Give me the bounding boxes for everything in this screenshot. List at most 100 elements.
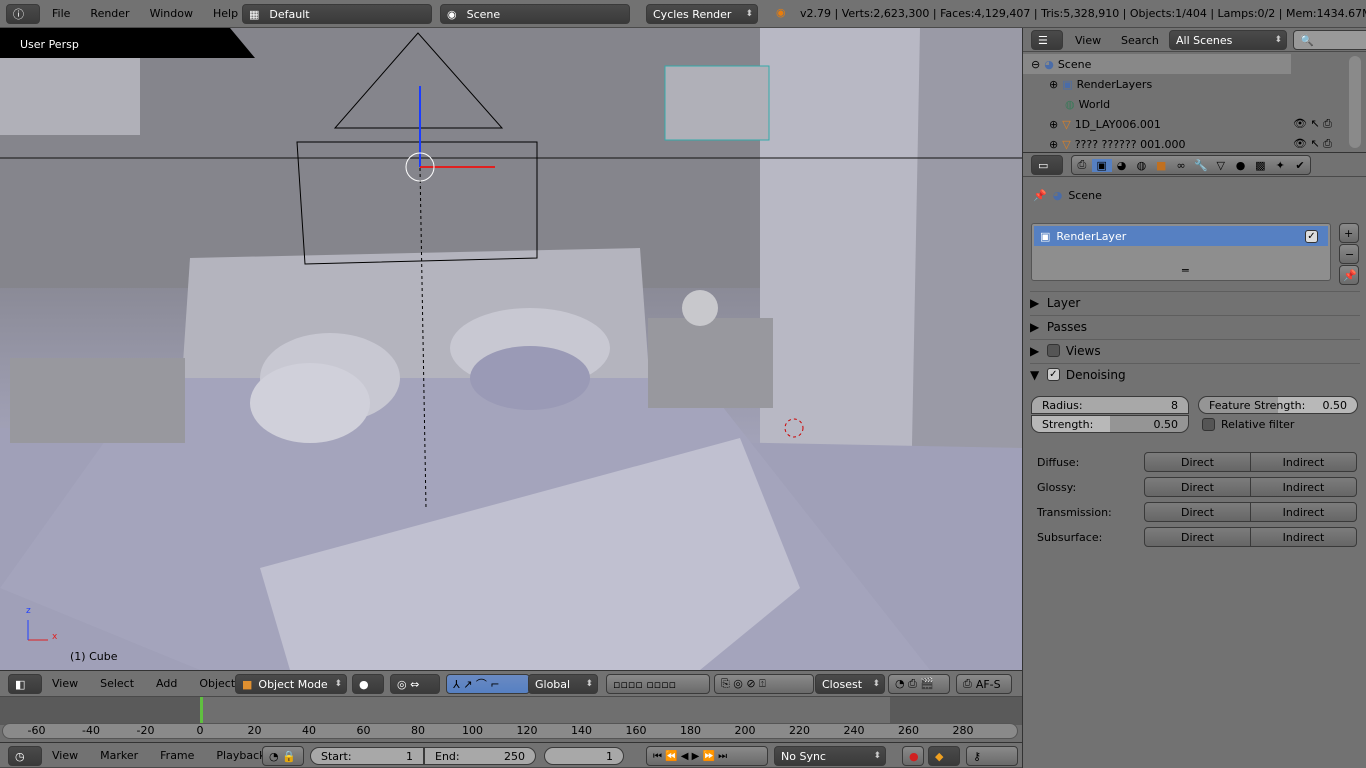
modifiers-tab-icon[interactable]: 🔧 (1191, 159, 1211, 172)
data-tab-icon[interactable]: ▽ (1211, 159, 1231, 172)
radius-field[interactable]: Radius: 8 (1031, 396, 1189, 414)
visibility-icons[interactable]: 👁 ↖ ⎙ (1293, 137, 1332, 151)
render-layers-tab-icon[interactable]: ▣ (1091, 158, 1112, 172)
texture-tab-icon[interactable]: ▩ (1250, 159, 1270, 172)
af-button[interactable]: ⎙ AF-S (956, 674, 1012, 694)
outliner-item-world[interactable]: ◍ World (1023, 94, 1366, 114)
mode-select[interactable]: ■ Object Mode (235, 674, 347, 694)
display-mode-select[interactable]: All Scenes (1169, 30, 1287, 50)
keying-set-button[interactable]: ◆ (928, 746, 960, 766)
timeline-tick-label: 0 (196, 724, 204, 737)
editor-type-button[interactable]: ⓘ (6, 4, 40, 24)
menu-file[interactable]: File (52, 7, 70, 20)
end-frame-field[interactable]: End: 250 (424, 747, 536, 765)
timeline-tick-label: 140 (571, 724, 592, 737)
relative-filter-checkbox[interactable]: Relative filter (1202, 418, 1294, 431)
visibility-icons[interactable]: 👁 ↖ ⎙ (1293, 117, 1332, 131)
current-frame-indicator[interactable] (200, 697, 203, 725)
render-tab-icon[interactable]: ⎙ (1072, 158, 1092, 172)
menu-frame[interactable]: Frame (160, 749, 194, 762)
indirect-toggle[interactable]: Indirect (1250, 477, 1357, 497)
menu-view[interactable]: View (1075, 34, 1101, 47)
render-layer-item[interactable]: ▣ RenderLayer ✓ (1034, 226, 1328, 246)
current-frame-field[interactable]: 1 (544, 747, 624, 765)
pass-label: Diffuse: (1037, 456, 1080, 469)
feature-strength-slider[interactable]: Feature Strength: 0.50 (1198, 396, 1358, 414)
layout-selector[interactable]: ▦ Default (242, 4, 432, 24)
preview-range-toggle[interactable]: ◔ 🔒 (262, 746, 304, 766)
outliner-item-scene[interactable]: ⊖ ◕ Scene (1023, 54, 1291, 74)
outliner-scrollbar[interactable] (1349, 56, 1361, 148)
manipulator-toggles[interactable]: ⅄ ↗ ⌒ ⌐ (446, 674, 530, 694)
menu-help[interactable]: Help (213, 7, 238, 20)
pin-layer-button[interactable]: 📌 (1339, 265, 1359, 285)
3d-viewport[interactable]: User Persp z x (1) Cube (0, 28, 1022, 670)
layers-grid[interactable]: ▫▫▫▫ ▫▫▫▫ (606, 674, 710, 694)
panel-denoising[interactable]: ▼ ✓ Denoising (1030, 363, 1360, 385)
sync-select[interactable]: No Sync (774, 746, 886, 766)
menu-render[interactable]: Render (90, 7, 129, 20)
menu-search[interactable]: Search (1121, 34, 1159, 47)
particles-tab-icon[interactable]: ✦ (1270, 159, 1290, 172)
timeline[interactable]: -60 -40 -20 0 20 40 60 80 100 120 140 160 180 200 220 2… (0, 697, 1022, 742)
physics-tab-icon[interactable]: ✔ (1290, 159, 1310, 172)
constraints-tab-icon[interactable]: ∞ (1171, 159, 1191, 172)
direct-toggle[interactable]: Direct (1144, 527, 1251, 547)
snap-toggle[interactable]: ⎘ ◎ ⊘ ⍐ (714, 674, 814, 694)
menu-playback[interactable]: Playback (216, 749, 265, 762)
pivot-select[interactable]: ◎ ⇔ (390, 674, 440, 694)
object-tab-icon[interactable]: ■ (1151, 159, 1171, 172)
views-checkbox[interactable] (1046, 344, 1060, 357)
view-label: User Persp (20, 38, 79, 51)
context-tabs[interactable]: ⎙ ▣ ◕ ◍ ■ ∞ 🔧 ▽ ● ▩ ✦ ✔ (1071, 155, 1311, 175)
shading-select[interactable]: ● (352, 674, 384, 694)
scene-selector[interactable]: ◉ Scene (440, 4, 630, 24)
denoising-checkbox[interactable]: ✓ (1046, 368, 1060, 381)
keying-button[interactable]: ⚷ (966, 746, 1018, 766)
render-buttons[interactable]: ◔ ⎙ 🎬 (888, 674, 950, 694)
pin-icon[interactable]: 📌 (1033, 189, 1047, 202)
snap-target-select[interactable]: Closest (815, 674, 885, 694)
orientation-select[interactable]: Global (528, 674, 598, 694)
indirect-toggle[interactable]: Indirect (1250, 452, 1357, 472)
panel-passes[interactable]: ▶ Passes (1030, 315, 1360, 337)
search-input[interactable]: 🔍 (1293, 30, 1366, 50)
direct-toggle[interactable]: Direct (1144, 477, 1251, 497)
camera-icon: ⎙ (963, 677, 972, 690)
render-layer-list[interactable]: ▣ RenderLayer ✓ ═ (1031, 223, 1331, 281)
add-layer-button[interactable]: + (1339, 223, 1359, 243)
menu-window[interactable]: Window (150, 7, 193, 20)
panel-layer[interactable]: ▶ Layer (1030, 291, 1360, 313)
playback-controls[interactable]: ⏮ ⏪ ◀ ▶ ⏩ ⏭ (646, 746, 768, 766)
menu-view[interactable]: View (52, 749, 78, 762)
editor-type-button[interactable]: ☰ (1031, 30, 1063, 50)
outliner-item-object[interactable]: ⊕ ▽???? ?????? 001.000 👁 ↖ ⎙ (1023, 134, 1366, 154)
outliner-item-renderlayers[interactable]: ⊕ ▣ RenderLayers (1023, 74, 1366, 94)
menu-marker[interactable]: Marker (100, 749, 138, 762)
editor-type-button[interactable]: ◷ (8, 746, 42, 766)
list-resize-handle[interactable]: ═ (1182, 264, 1189, 277)
menu-view[interactable]: View (52, 677, 78, 690)
layer-enable-checkbox[interactable]: ✓ (1305, 229, 1318, 243)
record-button[interactable]: ● (902, 746, 924, 766)
world-tab-icon[interactable]: ◍ (1131, 159, 1151, 172)
panel-views[interactable]: ▶ Views (1030, 339, 1360, 361)
menu-select[interactable]: Select (100, 677, 134, 690)
menu-add[interactable]: Add (156, 677, 177, 690)
pass-label: Glossy: (1037, 481, 1077, 494)
editor-type-button[interactable]: ▭ (1031, 155, 1063, 175)
remove-layer-button[interactable]: − (1339, 244, 1359, 264)
indirect-toggle[interactable]: Indirect (1250, 527, 1357, 547)
direct-toggle[interactable]: Direct (1144, 502, 1251, 522)
render-engine-select[interactable]: Cycles Render (646, 4, 758, 24)
strength-slider[interactable]: Strength: 0.50 (1031, 415, 1189, 433)
direct-toggle[interactable]: Direct (1144, 452, 1251, 472)
material-tab-icon[interactable]: ● (1231, 159, 1251, 172)
start-frame-field[interactable]: Start: 1 (310, 747, 424, 765)
editor-type-button[interactable]: ◧ (8, 674, 42, 694)
mesh-icon: ▽ (1062, 137, 1071, 151)
menu-object[interactable]: Object (199, 677, 235, 690)
indirect-toggle[interactable]: Indirect (1250, 502, 1357, 522)
outliner-item-object[interactable]: ⊕ ▽ 1D_LAY006.001 👁 ↖ ⎙ (1023, 114, 1366, 134)
scene-tab-icon[interactable]: ◕ (1112, 159, 1132, 172)
